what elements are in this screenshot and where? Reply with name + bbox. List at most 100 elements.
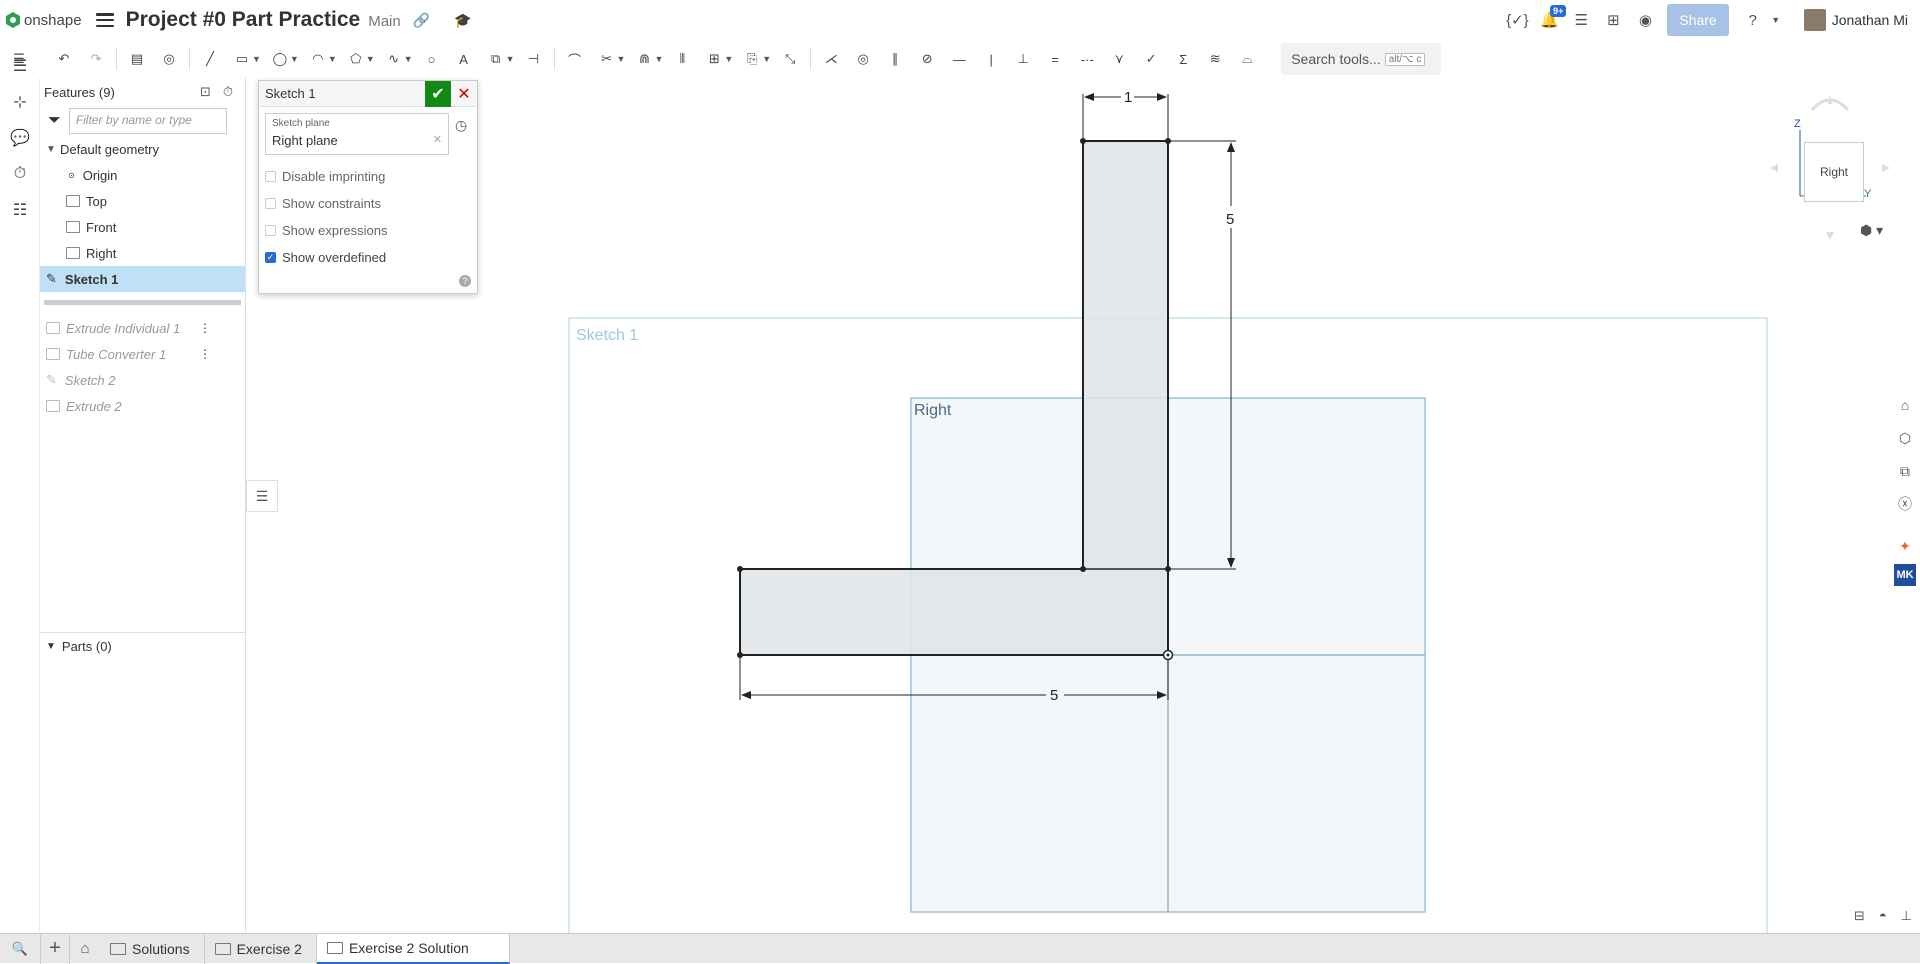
checkbox-box[interactable]: [265, 198, 276, 209]
chevron-down-icon[interactable]: ▼: [252, 54, 261, 64]
right-plane[interactable]: [910, 397, 1426, 913]
pierce-icon[interactable]: ≋: [1204, 48, 1226, 70]
fillet-icon[interactable]: ⌒: [564, 48, 586, 70]
origin-point[interactable]: [1162, 649, 1174, 661]
midpoint-constraint-icon[interactable]: -·-: [1076, 48, 1098, 70]
sketch-dialog-title[interactable]: Sketch 1: [265, 86, 316, 101]
clear-x-icon[interactable]: ✕: [433, 133, 442, 148]
rollback-timer-icon[interactable]: ⏱: [223, 84, 233, 100]
transform-icon[interactable]: ⤡: [779, 48, 801, 70]
onshape-logo[interactable]: onshape: [6, 12, 82, 29]
arc-icon[interactable]: ◠: [307, 48, 329, 70]
chevron-down-icon[interactable]: ▼: [328, 54, 337, 64]
comments-icon[interactable]: 💬: [0, 120, 40, 156]
feature-origin[interactable]: ⊙ Origin: [40, 162, 245, 188]
parts-list-header[interactable]: ▼ Parts (0): [40, 632, 246, 660]
feature-top-plane[interactable]: Top: [40, 188, 245, 214]
tab-solutions[interactable]: Solutions: [100, 933, 205, 964]
circle-icon[interactable]: ◯: [269, 48, 291, 70]
filter-input[interactable]: Filter by name or type: [68, 108, 227, 134]
construction-icon[interactable]: ⧉: [485, 48, 507, 70]
feature-default-geometry[interactable]: ▼ Default geometry: [40, 136, 245, 162]
spline-icon[interactable]: ∿: [383, 48, 405, 70]
insert-dxf-icon[interactable]: ⎘: [741, 48, 763, 70]
line-icon[interactable]: ╱: [199, 48, 221, 70]
chevron-down-icon[interactable]: ▼: [762, 54, 771, 64]
parallel-icon[interactable]: ∥: [884, 48, 906, 70]
feature-extrude-2[interactable]: Extrude 2: [40, 393, 245, 419]
app-store-icon[interactable]: ◉: [1634, 9, 1656, 31]
app-colorful-icon[interactable]: ✦: [1890, 531, 1920, 561]
help-icon[interactable]: ?: [459, 275, 471, 287]
insert-icon[interactable]: ⊹: [0, 84, 40, 120]
dimension-width-bottom[interactable]: [739, 658, 1169, 700]
horizontal-icon[interactable]: —: [948, 48, 970, 70]
workspace-layout-icon[interactable]: ⊞: [1602, 9, 1624, 31]
text-icon[interactable]: A: [453, 48, 475, 70]
bom-icon[interactable]: ☷: [0, 192, 40, 228]
feature-tube-converter-1[interactable]: Tube Converter 1 ⋮: [40, 341, 245, 367]
notifications-bell-icon[interactable]: 🔔 9+: [1538, 5, 1567, 31]
chevron-down-icon[interactable]: ▼: [654, 54, 663, 64]
feature-front-plane[interactable]: Front: [40, 214, 245, 240]
rectangle-icon[interactable]: ▭: [231, 48, 253, 70]
link-icon[interactable]: 🔗: [413, 12, 430, 29]
curvature-icon[interactable]: ⌓: [1236, 48, 1258, 70]
hamburger-menu-icon[interactable]: [95, 13, 114, 27]
dimension-height-right-value[interactable]: 5: [1226, 211, 1234, 228]
home-icon[interactable]: ⌂: [70, 940, 100, 957]
dimension-width-bottom-value[interactable]: 5: [1050, 687, 1058, 704]
chevron-down-icon[interactable]: ▼: [46, 641, 56, 652]
coincident-icon[interactable]: ⋌: [820, 48, 842, 70]
checkbox-box-checked[interactable]: ✓: [265, 252, 276, 263]
midpoint-icon[interactable]: ⊣: [523, 48, 545, 70]
variables-table-icon[interactable]: ⓧ: [1890, 489, 1920, 519]
feature-extrude-individual-1[interactable]: Extrude Individual 1 ⋮: [40, 315, 245, 341]
equal-icon[interactable]: =: [1044, 48, 1066, 70]
symmetric-icon[interactable]: Σ: [1172, 48, 1194, 70]
feature-right-plane[interactable]: Right: [40, 240, 245, 266]
disable-imprinting-checkbox[interactable]: Disable imprinting: [259, 163, 477, 190]
document-info-icon[interactable]: ☰: [1570, 9, 1592, 31]
sketch-plane-field[interactable]: Sketch plane Right plane ✕: [265, 113, 449, 155]
mirror-icon[interactable]: ⫴: [671, 48, 693, 70]
share-button[interactable]: Share: [1667, 4, 1729, 36]
show-expressions-checkbox[interactable]: Show expressions: [259, 217, 477, 244]
fix-icon[interactable]: ✓: [1140, 48, 1162, 70]
graduation-cap-icon[interactable]: 🎓: [454, 12, 471, 29]
tab-exercise-2[interactable]: Exercise 2: [205, 933, 317, 964]
undo-icon[interactable]: ↶: [53, 48, 75, 70]
chevron-down-icon[interactable]: ▼: [506, 54, 515, 64]
toggle-list-icon[interactable]: ☰: [246, 480, 278, 512]
pattern-icon[interactable]: ⊞: [703, 48, 725, 70]
mass-properties-icon[interactable]: ⧉: [1890, 456, 1920, 486]
tangent-icon[interactable]: ⊘: [916, 48, 938, 70]
mk-app-icon[interactable]: MK: [1894, 564, 1916, 586]
chevron-down-icon[interactable]: ▼: [46, 144, 60, 155]
chevron-down-icon[interactable]: ▼: [290, 54, 299, 64]
chevron-down-icon[interactable]: ▼: [724, 54, 733, 64]
dimension-height-right[interactable]: [1171, 140, 1236, 570]
redo-icon[interactable]: ↷: [85, 48, 107, 70]
chevron-down-icon[interactable]: ▼: [617, 54, 626, 64]
dimension-width-top[interactable]: [1082, 93, 1169, 138]
more-options-icon[interactable]: ⋮: [199, 321, 211, 335]
checkbox-box[interactable]: [265, 225, 276, 236]
checkbox-box[interactable]: [265, 171, 276, 182]
clock-icon[interactable]: ◷: [455, 117, 467, 134]
chevron-down-icon[interactable]: ▼: [366, 54, 375, 64]
document-title[interactable]: Project #0 Part Practice: [126, 8, 361, 32]
show-constraints-checkbox[interactable]: Show constraints: [259, 190, 477, 217]
filter-icon[interactable]: ⏷: [48, 112, 61, 130]
appearance-icon[interactable]: ⌂: [1890, 390, 1920, 420]
concentric-icon[interactable]: ◎: [852, 48, 874, 70]
tab-exercise-2-solution[interactable]: Exercise 2 Solution: [316, 933, 510, 964]
add-tab-icon[interactable]: +: [40, 933, 70, 964]
add-folder-icon[interactable]: ⊡: [200, 84, 211, 100]
trim-icon[interactable]: ✂: [596, 48, 618, 70]
offset-icon[interactable]: ⋒: [633, 48, 655, 70]
dimension-width-top-value[interactable]: 1: [1124, 89, 1132, 106]
variables-icon[interactable]: {✓}: [1506, 9, 1529, 31]
cancel-x-button[interactable]: ✕: [451, 81, 477, 107]
copy-sketch-icon[interactable]: ▤: [126, 48, 148, 70]
